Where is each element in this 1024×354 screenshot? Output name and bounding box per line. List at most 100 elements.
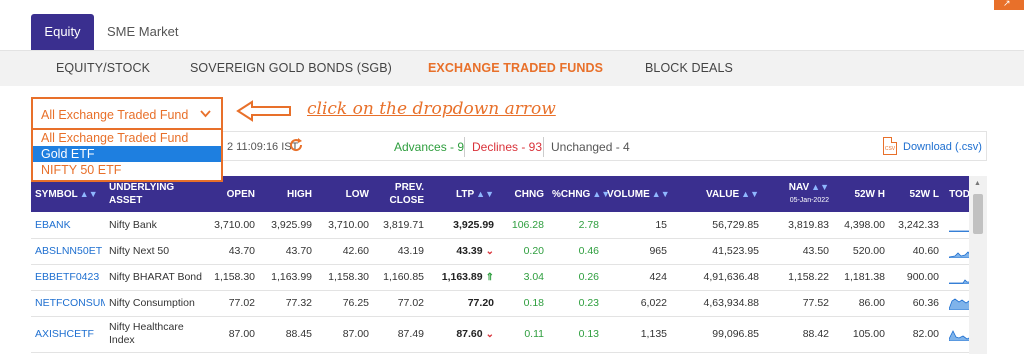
nav-value: 88.42 — [763, 316, 833, 353]
page: ↗ Equity SME Market EQUITY/STOCK SOVEREI… — [0, 0, 1024, 354]
tab-equity[interactable]: Equity — [31, 14, 94, 50]
change-value: 3.04 — [498, 264, 548, 291]
volume-value: 965 — [603, 238, 671, 265]
ltp-cell: 77.20 — [428, 290, 498, 317]
ltp-cell: 43.39 ⌄ — [428, 238, 498, 265]
table-row: ABSLNN50ET Nifty Next 50 43.70 43.70 42.60 43… — [31, 238, 987, 265]
market-tabs: Equity SME Market — [31, 14, 192, 50]
low-value: 1,158.30 — [316, 264, 373, 291]
col-chng[interactable]: CHNG — [498, 176, 548, 212]
symbol-link[interactable]: EBANK — [31, 212, 105, 239]
sub-nav-block-deals[interactable]: BLOCK DEALS — [645, 61, 733, 75]
low-value: 3,710.00 — [316, 212, 373, 239]
volume-value: 1,135 — [603, 316, 671, 353]
52w-low-value: 82.00 — [889, 316, 943, 353]
symbol-link[interactable]: EBBETF0423 — [31, 264, 105, 291]
divider — [543, 137, 544, 157]
nav-value: 3,819.83 — [763, 212, 833, 239]
low-value: 42.60 — [316, 238, 373, 265]
dropdown-option[interactable]: Gold ETF — [33, 146, 221, 162]
col-volume[interactable]: VOLUME ▲▼ — [603, 176, 671, 212]
annotation-text: click on the dropdown arrow — [307, 99, 556, 119]
high-value: 77.32 — [259, 290, 316, 317]
open-value: 87.00 — [209, 316, 259, 353]
percent-change-value: 0.23 — [548, 290, 603, 317]
refresh-icon[interactable] — [288, 137, 304, 157]
high-value: 1,163.99 — [259, 264, 316, 291]
change-value: 106.28 — [498, 212, 548, 239]
advances-count: Advances - 9 — [394, 140, 465, 154]
volume-value: 424 — [603, 264, 671, 291]
open-value: 1,158.30 — [209, 264, 259, 291]
scroll-up-icon[interactable]: ▲ — [974, 180, 981, 187]
symbol-link[interactable]: NETFCONSUM — [31, 290, 105, 317]
change-value: 0.11 — [498, 316, 548, 353]
open-value: 43.70 — [209, 238, 259, 265]
52w-high-value: 105.00 — [833, 316, 889, 353]
dropdown-option[interactable]: NIFTY 50 ETF — [33, 162, 221, 178]
corner-badge[interactable]: ↗ — [994, 0, 1024, 10]
ltp-value: 87.60 — [456, 327, 483, 340]
open-value: 77.02 — [209, 290, 259, 317]
underlying-asset: Nifty Consumption — [105, 290, 209, 317]
table-row: NETFCONSUM Nifty Consumption 77.02 77.32 76.… — [31, 290, 987, 317]
percent-change-value: 0.26 — [548, 264, 603, 291]
open-value: 3,710.00 — [209, 212, 259, 239]
ltp-cell: 1,163.89 ⇑ — [428, 264, 498, 291]
sub-nav-sgb[interactable]: SOVEREIGN GOLD BONDS (SGB) — [190, 61, 392, 75]
col-ltp[interactable]: LTP ▲▼ — [428, 176, 498, 212]
52w-high-value: 1,181.38 — [833, 264, 889, 291]
col-value[interactable]: VALUE ▲▼ — [671, 176, 763, 212]
symbol-link[interactable]: AXISHCETF — [31, 316, 105, 353]
download-csv-link[interactable]: Download (.csv) — [903, 141, 982, 153]
sub-nav-etf[interactable]: EXCHANGE TRADED FUNDS — [428, 61, 603, 75]
etf-type-dropdown[interactable]: All Exchange Traded Fund — [31, 97, 223, 130]
tab-sme-market[interactable]: SME Market — [94, 14, 192, 50]
dropdown-selected-value: All Exchange Traded Fund — [41, 108, 189, 122]
percent-change-value: 0.46 — [548, 238, 603, 265]
trend-down-icon: ⌄ — [485, 246, 494, 257]
trend-up-icon: ⇑ — [485, 272, 494, 283]
ltp-cell: 3,925.99 — [428, 212, 498, 239]
sub-nav: EQUITY/STOCK SOVEREIGN GOLD BONDS (SGB) … — [0, 50, 1024, 86]
nav-value: 77.52 — [763, 290, 833, 317]
sub-nav-equity-stock[interactable]: EQUITY/STOCK — [56, 61, 150, 75]
csv-file-icon[interactable]: CSV — [883, 137, 897, 155]
col-pchng[interactable]: %CHNG ▲▼ — [548, 176, 610, 212]
col-low[interactable]: LOW — [316, 176, 373, 212]
dropdown-option[interactable]: All Exchange Traded Fund — [33, 130, 221, 146]
underlying-asset: Nifty Bank — [105, 212, 209, 239]
left-arrow-icon — [236, 100, 291, 122]
prev-close-value: 1,160.85 — [373, 264, 428, 291]
symbol-link[interactable]: ABSLNN50ET — [31, 238, 105, 265]
low-value: 87.00 — [316, 316, 373, 353]
nav-value: 43.50 — [763, 238, 833, 265]
declines-count: Declines - 93 — [472, 140, 543, 154]
change-value: 0.20 — [498, 238, 548, 265]
high-value: 3,925.99 — [259, 212, 316, 239]
col-52w-low[interactable]: 52W L — [889, 176, 943, 212]
col-52w-high[interactable]: 52W H — [833, 176, 889, 212]
nav-date: 05-Jan-2022 — [789, 197, 829, 204]
ltp-cell: 87.60 ⌄ — [428, 316, 498, 353]
chevron-down-icon[interactable] — [200, 106, 211, 121]
col-high[interactable]: HIGH — [259, 176, 316, 212]
percent-change-value: 0.13 — [548, 316, 603, 353]
52w-high-value: 520.00 — [833, 238, 889, 265]
scrollbar-thumb[interactable] — [973, 194, 983, 234]
col-prev-close[interactable]: PREV. CLOSE — [373, 176, 428, 212]
dropdown-options-list: All Exchange Traded Fund Gold ETF NIFTY … — [31, 128, 223, 182]
52w-low-value: 3,242.33 — [889, 212, 943, 239]
underlying-asset: Nifty BHARAT Bond — [105, 264, 209, 291]
volume-value: 15 — [603, 212, 671, 239]
high-value: 88.45 — [259, 316, 316, 353]
table-scrollbar[interactable]: ▲ — [969, 176, 987, 354]
prev-close-value: 87.49 — [373, 316, 428, 353]
unchanged-count: Unchanged - 4 — [551, 140, 630, 154]
traded-value: 4,91,636.48 — [671, 264, 763, 291]
prev-close-value: 77.02 — [373, 290, 428, 317]
col-nav[interactable]: NAV ▲▼ 05-Jan-2022 — [763, 176, 833, 212]
traded-value: 99,096.85 — [671, 316, 763, 353]
volume-value: 6,022 — [603, 290, 671, 317]
percent-change-value: 2.78 — [548, 212, 603, 239]
